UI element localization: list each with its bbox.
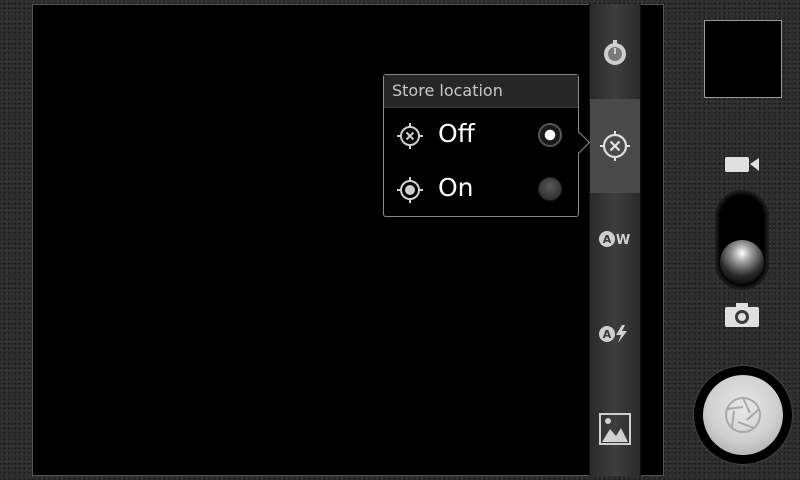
aperture-icon <box>725 397 761 433</box>
camera-video-mode-switch[interactable] <box>715 190 769 290</box>
svg-text:A: A <box>603 233 612 246</box>
shutter-button[interactable] <box>703 375 783 455</box>
mode-switch-knob[interactable] <box>720 240 764 284</box>
video-camera-icon[interactable] <box>723 153 761 175</box>
flash-auto-icon: A <box>599 325 627 343</box>
white-balance-button[interactable]: A W <box>590 214 640 264</box>
option-row-on[interactable]: On <box>384 162 578 216</box>
camera-icon[interactable] <box>724 302 760 328</box>
location-off-icon <box>600 131 630 161</box>
svg-text:W: W <box>616 233 630 248</box>
svg-text:A: A <box>603 328 612 341</box>
popup-title: Store location <box>384 75 578 108</box>
shutter-ring <box>694 366 792 464</box>
white-balance-auto-icon: A W <box>599 231 630 248</box>
location-off-icon <box>397 123 423 149</box>
option-row-off[interactable]: Off <box>384 108 578 162</box>
store-location-button[interactable] <box>590 99 640 193</box>
option-label-off: Off <box>438 119 475 148</box>
self-timer-icon <box>604 40 626 65</box>
radio-off-checked[interactable] <box>538 123 562 147</box>
settings-bar: A W A <box>589 4 641 476</box>
last-photo-thumbnail[interactable] <box>704 20 782 98</box>
self-timer-button[interactable] <box>590 28 640 78</box>
scene-mode-button[interactable] <box>590 404 640 454</box>
radio-on-unchecked[interactable] <box>538 177 562 201</box>
location-on-icon <box>397 177 423 203</box>
scene-icon <box>599 413 631 445</box>
flash-mode-button[interactable]: A <box>590 309 640 359</box>
store-location-popup: Store location Off On <box>383 74 591 217</box>
option-label-on: On <box>438 173 474 202</box>
